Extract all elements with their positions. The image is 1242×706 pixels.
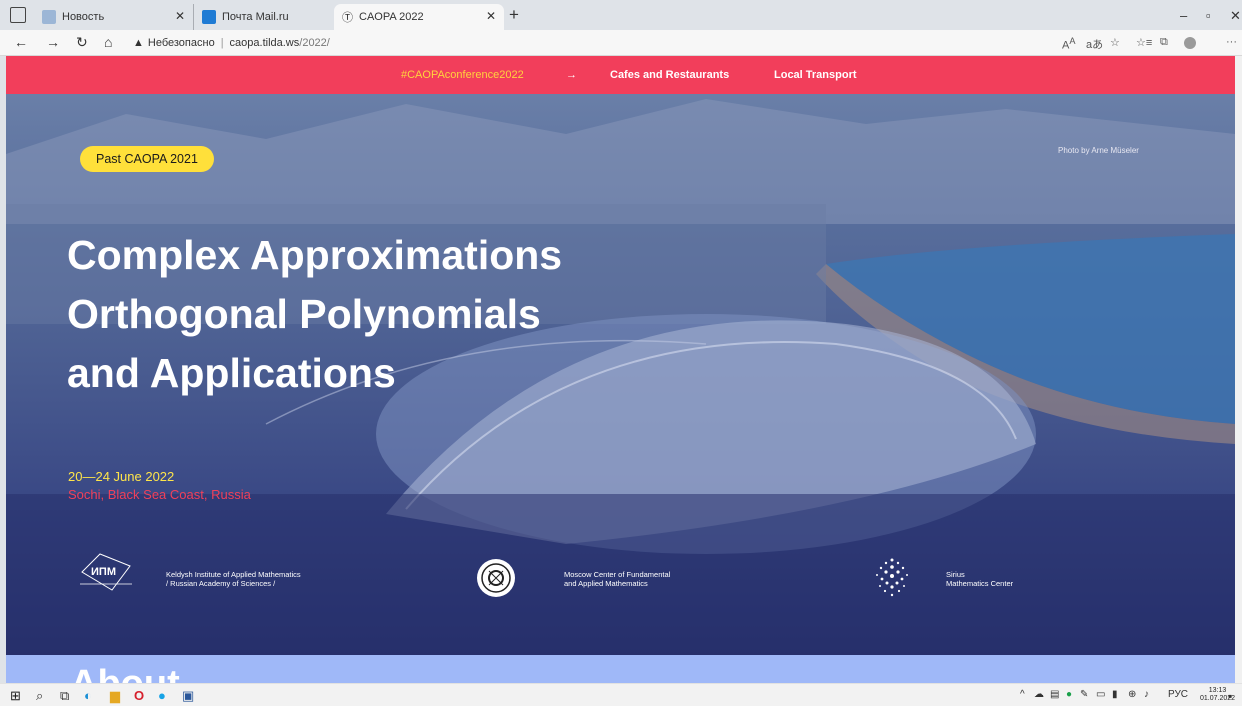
forward-icon[interactable]: → xyxy=(46,34,60,50)
tab-novost[interactable]: Новость ✕ xyxy=(34,4,194,30)
about-heading: About xyxy=(70,663,180,683)
network-icon[interactable]: ⊕ xyxy=(1128,689,1136,700)
tab-label: Новость xyxy=(62,11,105,23)
opera-icon[interactable]: O xyxy=(134,688,144,703)
refresh-icon[interactable]: ↻ xyxy=(76,34,88,51)
partner-sirius: Sirius Mathematics Center xyxy=(946,570,1014,588)
pen-icon[interactable]: ✎ xyxy=(1080,689,1088,700)
url-host: caopa.tilda.ws xyxy=(229,37,300,49)
past-caopa-button[interactable]: Past CAOPA 2021 xyxy=(80,146,214,172)
web-page: #CAOPAconference2022 → Cafes and Restaur… xyxy=(6,56,1235,683)
browser-toolbar: ← → ↻ ⌂ ▲ Небезопасно | caopa.tilda.ws /… xyxy=(0,30,1242,56)
translate-icon[interactable]: aあ xyxy=(1086,36,1103,52)
battery-icon[interactable]: ▮ xyxy=(1112,689,1118,700)
divider: | xyxy=(220,37,224,49)
partner-keldysh: Keldysh Institute of Applied Mathematics… xyxy=(166,570,301,588)
collections-icon[interactable]: ⧉ xyxy=(1160,36,1168,49)
start-icon[interactable]: ⊞ xyxy=(10,688,21,704)
notifications-icon[interactable]: ▪ xyxy=(1228,689,1232,703)
conference-dates: 20—24 June 2022 xyxy=(68,469,175,484)
search-icon[interactable]: ⌕ xyxy=(36,688,43,704)
minimize-icon[interactable]: – xyxy=(1180,8,1187,23)
tab-mail[interactable]: Почта Mail.ru ✕ xyxy=(194,4,354,30)
nav-cafes-link[interactable]: Cafes and Restaurants xyxy=(610,69,729,81)
partner-moscow-center: Moscow Center of Fundamental and Applied… xyxy=(564,570,671,588)
favorite-add-icon[interactable]: ☆ xyxy=(1110,36,1120,49)
moscow-center-logo xyxy=(477,559,515,597)
monitor-icon[interactable]: ▭ xyxy=(1096,689,1105,700)
tray-chevron-icon[interactable]: ^ xyxy=(1020,689,1025,700)
edge-icon[interactable]: ◐ xyxy=(84,688,92,703)
keldysh-logo-text: ИПМ xyxy=(91,566,116,578)
conference-location: Sochi, Black Sea Coast, Russia xyxy=(68,487,251,502)
word-icon[interactable]: ▣ xyxy=(182,688,194,704)
back-icon[interactable]: ← xyxy=(14,34,28,50)
tab-label: CAOPA 2022 xyxy=(359,11,424,23)
about-section: About xyxy=(6,655,1235,683)
volume-icon[interactable]: ♪ xyxy=(1144,689,1149,700)
nav-transport-link[interactable]: Local Transport xyxy=(774,69,857,81)
new-tab-icon[interactable]: + xyxy=(509,5,519,25)
page-icon xyxy=(42,10,56,24)
file-explorer-icon[interactable]: ▆ xyxy=(110,688,120,704)
tilda-icon: Ⓣ xyxy=(342,12,353,24)
close-icon[interactable]: ✕ xyxy=(175,9,185,23)
browser-tab-strip: Новость ✕ Почта Mail.ru ✕ Ⓣ CAOPA 2022 ✕… xyxy=(0,0,1242,30)
keldysh-logo: ИПМ xyxy=(80,553,132,591)
security-status: Небезопасно xyxy=(147,37,215,49)
warning-icon: ▲ xyxy=(133,37,144,49)
taskbar: ⊞ ⌕ ⧉ ◐ ▆ O ● ▣ ^ ☁ ▤ ● ✎ ▭ ▮ ⊕ ♪ РУС 13… xyxy=(0,683,1242,706)
photo-credit: Photo by Arne Müseler xyxy=(1058,146,1139,155)
arrow-icon: → xyxy=(566,69,577,81)
skype-icon[interactable]: ● xyxy=(158,688,166,703)
url-path: /2022/ xyxy=(299,37,330,49)
tab-label: Почта Mail.ru xyxy=(222,11,289,23)
nav-hashtag-link[interactable]: #CAOPAconference2022 xyxy=(401,69,524,81)
home-icon[interactable]: ⌂ xyxy=(104,34,112,50)
clipboard-icon[interactable]: ▤ xyxy=(1050,689,1059,700)
scrollbar[interactable] xyxy=(1235,56,1242,683)
read-aloud-icon[interactable]: AA xyxy=(1062,36,1075,52)
task-view-icon[interactable]: ⧉ xyxy=(60,688,69,704)
site-nav: #CAOPAconference2022 → Cafes and Restaur… xyxy=(6,56,1235,94)
title-line: Orthogonal Polynomials xyxy=(67,291,541,337)
title-line: Complex Approximations xyxy=(67,232,563,278)
address-bar[interactable]: ▲ Небезопасно | caopa.tilda.ws /2022/ xyxy=(133,33,330,53)
close-icon[interactable]: ✕ xyxy=(486,9,496,23)
cloud-icon[interactable]: ☁ xyxy=(1034,689,1044,700)
language-indicator[interactable]: РУС xyxy=(1168,689,1188,700)
tab-caopa[interactable]: Ⓣ CAOPA 2022 ✕ xyxy=(334,4,504,30)
more-icon[interactable]: ··· xyxy=(1226,36,1237,48)
conference-title: Complex Approximations Orthogonal Polyno… xyxy=(67,226,767,403)
title-line: and Applications xyxy=(67,350,396,396)
favorites-icon[interactable]: ☆≡ xyxy=(1136,36,1152,49)
restore-icon[interactable]: ▫ xyxy=(1206,8,1211,23)
tab-actions-icon[interactable] xyxy=(10,7,26,23)
hero-section: Past CAOPA 2021 Photo by Arne Müseler Co… xyxy=(6,94,1235,655)
mail-icon xyxy=(202,10,216,24)
sirius-logo xyxy=(876,558,908,597)
shield-icon[interactable]: ● xyxy=(1066,689,1072,700)
profile-avatar[interactable] xyxy=(1184,37,1196,49)
close-window-icon[interactable]: ✕ xyxy=(1230,8,1241,24)
